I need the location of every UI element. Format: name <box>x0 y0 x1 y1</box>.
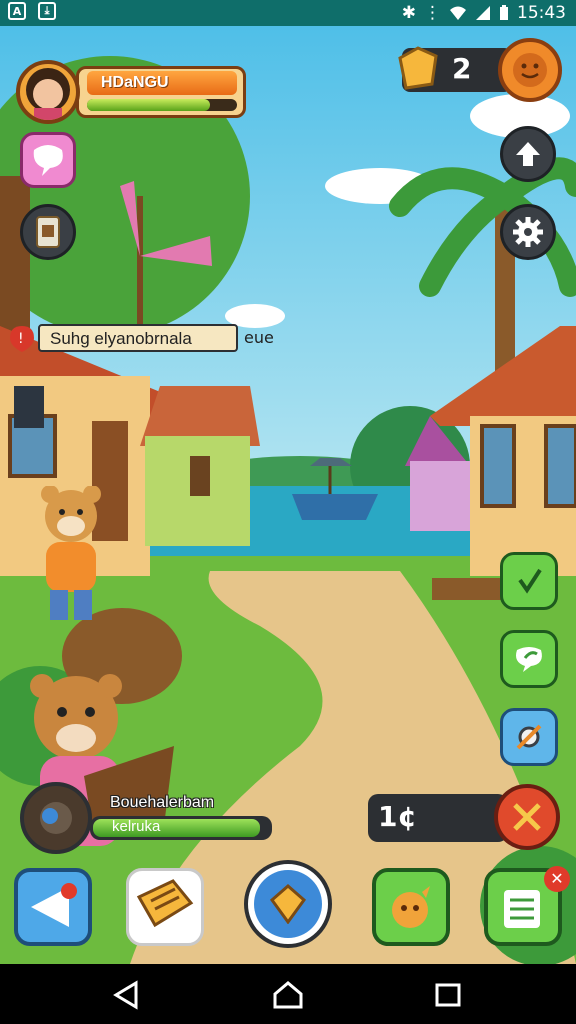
back-icon[interactable] <box>112 980 142 1010</box>
avatar[interactable] <box>16 60 80 124</box>
quest-banner-suffix: eue <box>244 328 274 347</box>
main-action-inner <box>254 870 322 938</box>
companion-panel[interactable]: Bouehalerbam kelruka <box>20 782 280 854</box>
vibrate-icon: ⋮ <box>424 3 441 23</box>
main-action-button[interactable] <box>244 860 332 948</box>
settings-button[interactable] <box>500 204 556 260</box>
currency-counter: 2 <box>398 46 512 92</box>
currency-count: 2 <box>452 52 472 85</box>
wrench-gear-icon <box>516 724 542 750</box>
companion-avatar[interactable] <box>20 782 92 854</box>
wifi-icon <box>450 6 466 20</box>
arrow-left-icon <box>31 883 77 927</box>
chat-bubble-icon <box>33 145 63 176</box>
quest-banner[interactable]: Suhg elyanobrnala ! eue <box>8 320 278 356</box>
inventory-button[interactable] <box>20 204 76 260</box>
quest-banner-box: Suhg elyanobrnala <box>38 324 238 352</box>
resource-counter: 1¢ <box>368 794 508 842</box>
nav-bar <box>0 964 576 1024</box>
battery-icon <box>500 5 508 20</box>
recents-icon[interactable] <box>434 982 462 1008</box>
home-icon[interactable] <box>272 980 304 1010</box>
tools-button[interactable] <box>500 708 558 766</box>
back-action-button[interactable] <box>14 868 92 946</box>
app-a-icon: A <box>8 2 26 20</box>
camera-lens-icon <box>40 802 72 834</box>
game-scene[interactable]: HDaNGU 2 Suhg elyanobrnala ! eue Bouehal… <box>0 26 576 964</box>
clock: 15:43 <box>517 3 566 23</box>
speech-leaf-icon <box>516 647 542 672</box>
quest-scroll-icon <box>136 879 194 928</box>
avatar-face-icon <box>26 68 70 120</box>
resource-count: 1¢ <box>378 800 417 833</box>
pet-face-icon <box>392 886 430 928</box>
signal-icon <box>476 6 490 20</box>
svg-text:!: ! <box>18 331 24 347</box>
resource-button[interactable] <box>494 784 560 850</box>
player-profile[interactable]: HDaNGU <box>16 60 246 124</box>
alert-pin-icon: ! <box>10 326 34 352</box>
gear-icon <box>513 217 543 247</box>
quest-banner-text: Suhg elyanobrnala <box>50 329 192 348</box>
checkmark-leaf-icon <box>518 568 542 594</box>
player-name: HDaNGU <box>87 71 237 95</box>
close-badge-icon[interactable]: ✕ <box>544 866 570 892</box>
gold-nugget-icon <box>398 46 438 90</box>
upgrade-button[interactable] <box>500 126 556 182</box>
crystal-icon <box>269 884 307 924</box>
companion-subtitle: kelruka <box>112 818 161 835</box>
phone-card-icon <box>36 216 60 248</box>
quests-button[interactable] <box>126 868 204 946</box>
player-namebar: HDaNGU <box>76 66 246 118</box>
shop-button[interactable] <box>498 38 562 102</box>
smiley-coin-icon <box>513 53 547 87</box>
tasks-button[interactable]: ✕ <box>484 866 570 946</box>
xp-bar-fill <box>87 99 210 111</box>
checklist-icon <box>504 890 540 928</box>
bluetooth-icon: ✱ <box>401 3 416 23</box>
crossed-tools-icon <box>513 803 541 831</box>
bear-villager[interactable] <box>26 486 116 626</box>
download-icon: ⤓ <box>38 2 56 20</box>
companion-title: Bouehalerbam <box>110 794 215 811</box>
chat-button[interactable] <box>20 132 76 188</box>
companion-progress: kelruka <box>90 816 272 840</box>
harvest-button[interactable] <box>500 552 558 610</box>
pets-button[interactable] <box>372 868 450 946</box>
message-button[interactable] <box>500 630 558 688</box>
xp-bar <box>87 99 237 111</box>
arrow-up-icon <box>516 142 540 166</box>
status-bar: A ⤓ ✱ ⋮ 15:43 <box>0 0 576 26</box>
